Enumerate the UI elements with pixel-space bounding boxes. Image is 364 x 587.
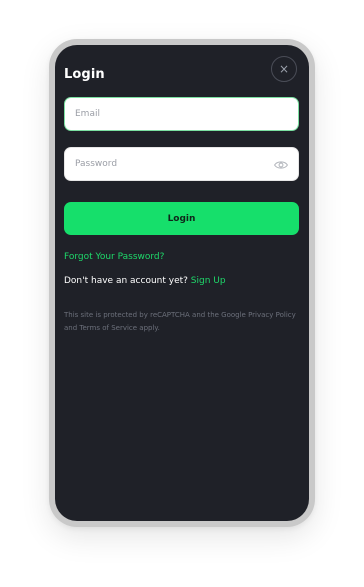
login-button[interactable]: Login: [64, 202, 299, 235]
email-input[interactable]: [75, 98, 265, 130]
modal-title: Login: [64, 67, 105, 82]
stage: Login × Login Forgot Your Password? Don'…: [0, 0, 364, 587]
close-icon: ×: [278, 62, 290, 76]
phone-frame: Login × Login Forgot Your Password? Don'…: [49, 39, 315, 527]
signup-link[interactable]: Sign Up: [191, 276, 226, 286]
signup-prompt-line: Don't have an account yet? Sign Up: [64, 276, 226, 286]
email-field-wrapper: [64, 97, 299, 131]
login-modal: Login × Login Forgot Your Password? Don'…: [55, 45, 309, 521]
close-button[interactable]: ×: [271, 56, 297, 82]
forgot-password-link[interactable]: Forgot Your Password?: [64, 252, 164, 262]
recaptcha-notice: This site is protected by reCAPTCHA and …: [64, 311, 296, 332]
login-button-label: Login: [167, 213, 196, 224]
password-field-wrapper: [64, 147, 299, 181]
signup-prompt: Don't have an account yet?: [64, 276, 188, 286]
eye-icon[interactable]: [274, 159, 288, 171]
password-input[interactable]: [75, 148, 265, 180]
